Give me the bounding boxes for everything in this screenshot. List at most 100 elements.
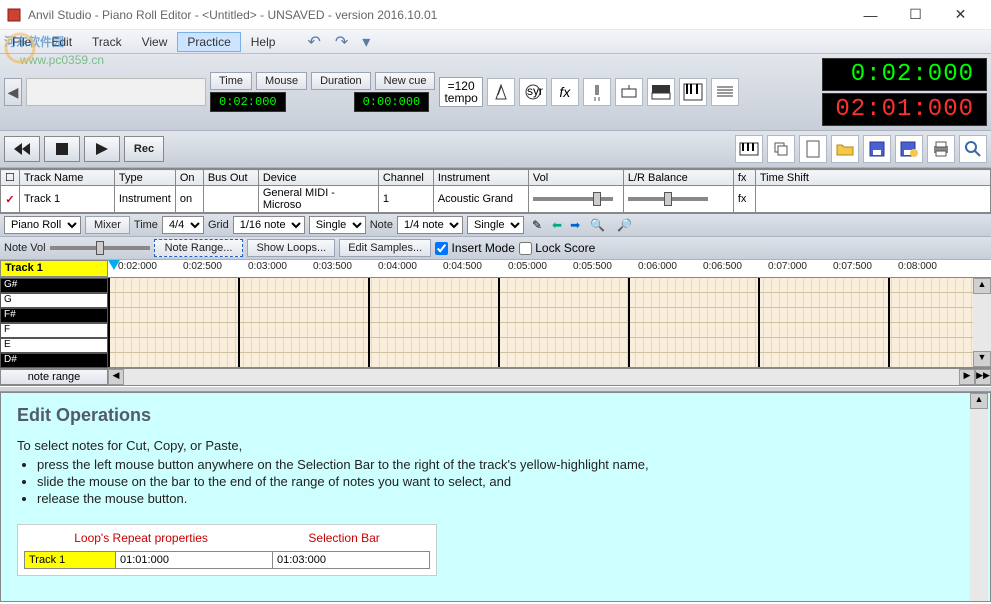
redo-icon[interactable]: ↷: [331, 30, 352, 54]
new-icon[interactable]: [799, 135, 827, 163]
col-channel[interactable]: Channel: [378, 170, 433, 186]
scroll-left2-icon[interactable]: ◀: [108, 369, 124, 385]
track-row[interactable]: ✓ Track 1 Instrument on General MIDI - M…: [1, 186, 991, 213]
piano-key[interactable]: F#: [0, 308, 108, 323]
track-vol-cell[interactable]: [528, 186, 623, 213]
piano-key[interactable]: G#: [0, 278, 108, 293]
vscroll[interactable]: ▲ ▼: [973, 278, 991, 367]
scroll-end-icon[interactable]: ▶▶: [975, 369, 991, 385]
track-channel-cell[interactable]: 1: [378, 186, 433, 213]
grid-single-select[interactable]: Single: [309, 216, 366, 234]
staff-icon[interactable]: [711, 78, 739, 106]
print-icon[interactable]: [927, 135, 955, 163]
scroll-up-icon[interactable]: ▲: [973, 278, 991, 294]
copy-icon[interactable]: [767, 135, 795, 163]
tool-zoomout-icon[interactable]: 🔍: [586, 218, 609, 232]
note-single-select[interactable]: Single: [467, 216, 524, 234]
open-icon[interactable]: [831, 135, 859, 163]
col-timeshift[interactable]: Time Shift: [755, 170, 990, 186]
col-type[interactable]: Type: [114, 170, 175, 186]
editsamples-button[interactable]: Edit Samples...: [339, 239, 431, 257]
track-type-cell[interactable]: Instrument: [114, 186, 175, 213]
col-device[interactable]: Device: [258, 170, 378, 186]
tool-next-icon[interactable]: ➡: [568, 218, 582, 232]
track-bus-cell[interactable]: [203, 186, 258, 213]
noterange-button[interactable]: Note Range...: [154, 239, 244, 257]
plug-icon[interactable]: [583, 78, 611, 106]
help-vscroll[interactable]: ▲: [970, 393, 988, 601]
minimize-button[interactable]: —: [848, 0, 893, 30]
col-balance[interactable]: L/R Balance: [623, 170, 733, 186]
save-icon[interactable]: [863, 135, 891, 163]
menu-view[interactable]: View: [132, 32, 178, 52]
track-device-cell[interactable]: General MIDI - Microso: [258, 186, 378, 213]
timeline-trackname[interactable]: Track 1: [0, 260, 108, 277]
col-fx[interactable]: fx: [733, 170, 755, 186]
mouse-button[interactable]: Mouse: [256, 72, 307, 90]
notevol-slider[interactable]: [50, 246, 150, 250]
lockscore-check[interactable]: Lock Score: [519, 241, 595, 255]
piano-key[interactable]: F: [0, 323, 108, 338]
menu-practice[interactable]: Practice: [177, 32, 240, 52]
time-button[interactable]: Time: [210, 72, 252, 90]
piano-key[interactable]: G: [0, 293, 108, 308]
noterange-btn2[interactable]: note range: [0, 369, 108, 385]
fx-icon[interactable]: fx: [551, 78, 579, 106]
col-check[interactable]: ☐: [1, 170, 20, 186]
menu-edit[interactable]: Edit: [41, 32, 82, 52]
metronome-icon[interactable]: [487, 78, 515, 106]
tool-pencil-icon[interactable]: ✎: [528, 218, 546, 232]
note-select[interactable]: 1/4 note: [397, 216, 463, 234]
menu-help[interactable]: Help: [241, 32, 286, 52]
close-button[interactable]: ✕: [938, 0, 983, 30]
record-button[interactable]: Rec: [124, 136, 164, 162]
timesig-select[interactable]: 4/4: [162, 216, 204, 234]
col-vol[interactable]: Vol: [528, 170, 623, 186]
newcue-button[interactable]: New cue: [375, 72, 436, 90]
maximize-button[interactable]: ☐: [893, 0, 938, 30]
tempo-box[interactable]: =120tempo: [439, 77, 482, 107]
track-check[interactable]: ✓: [1, 186, 20, 213]
showloops-button[interactable]: Show Loops...: [247, 239, 335, 257]
mixer-button[interactable]: Mixer: [85, 216, 130, 234]
track-instrument-cell[interactable]: Acoustic Grand: [433, 186, 528, 213]
menu-file[interactable]: File: [2, 32, 41, 52]
piano-icon[interactable]: [679, 78, 707, 106]
stop-button[interactable]: [44, 136, 80, 162]
track-balance-cell[interactable]: [623, 186, 733, 213]
zoom-icon[interactable]: [959, 135, 987, 163]
scroll-left-icon[interactable]: ◀: [4, 78, 22, 106]
insertmode-check[interactable]: Insert Mode: [435, 241, 515, 255]
synth-icon[interactable]: [647, 78, 675, 106]
grid-select[interactable]: 1/16 note: [233, 216, 305, 234]
menu-track[interactable]: Track: [82, 32, 132, 52]
scroll-down-icon[interactable]: ▼: [973, 351, 991, 367]
scroll-right-icon[interactable]: ▶: [959, 369, 975, 385]
view-select[interactable]: Piano Roll: [4, 216, 81, 234]
dropdown-icon[interactable]: ▾: [358, 30, 374, 54]
col-instrument[interactable]: Instrument: [433, 170, 528, 186]
col-on[interactable]: On: [175, 170, 203, 186]
piano-key[interactable]: E: [0, 338, 108, 353]
duration-button[interactable]: Duration: [311, 72, 371, 90]
col-trackname[interactable]: Track Name: [19, 170, 114, 186]
track-timeshift-cell[interactable]: [755, 186, 990, 213]
rewind-button[interactable]: [4, 136, 40, 162]
tool-prev-icon[interactable]: ⬅: [550, 218, 564, 232]
hscroll[interactable]: ◀ ▶ ▶▶: [108, 369, 991, 385]
col-busout[interactable]: Bus Out: [203, 170, 258, 186]
tool-zoomin-icon[interactable]: 🔎: [613, 218, 636, 232]
undo-icon[interactable]: ↶: [303, 30, 324, 54]
save2-icon[interactable]: [895, 135, 923, 163]
note-grid[interactable]: [108, 278, 973, 367]
piano-key[interactable]: D#: [0, 353, 108, 368]
track-fx-cell[interactable]: fx: [733, 186, 755, 213]
track-on-cell[interactable]: on: [175, 186, 203, 213]
device-icon[interactable]: [615, 78, 643, 106]
sync-icon[interactable]: sync: [519, 78, 547, 106]
ruler[interactable]: 0:02:0000:02:5000:03:0000:03:5000:04:000…: [108, 260, 991, 277]
keyboard2-icon[interactable]: [735, 135, 763, 163]
play-button[interactable]: [84, 136, 120, 162]
track-name-cell[interactable]: Track 1: [19, 186, 114, 213]
help-scroll-up-icon[interactable]: ▲: [970, 393, 988, 409]
